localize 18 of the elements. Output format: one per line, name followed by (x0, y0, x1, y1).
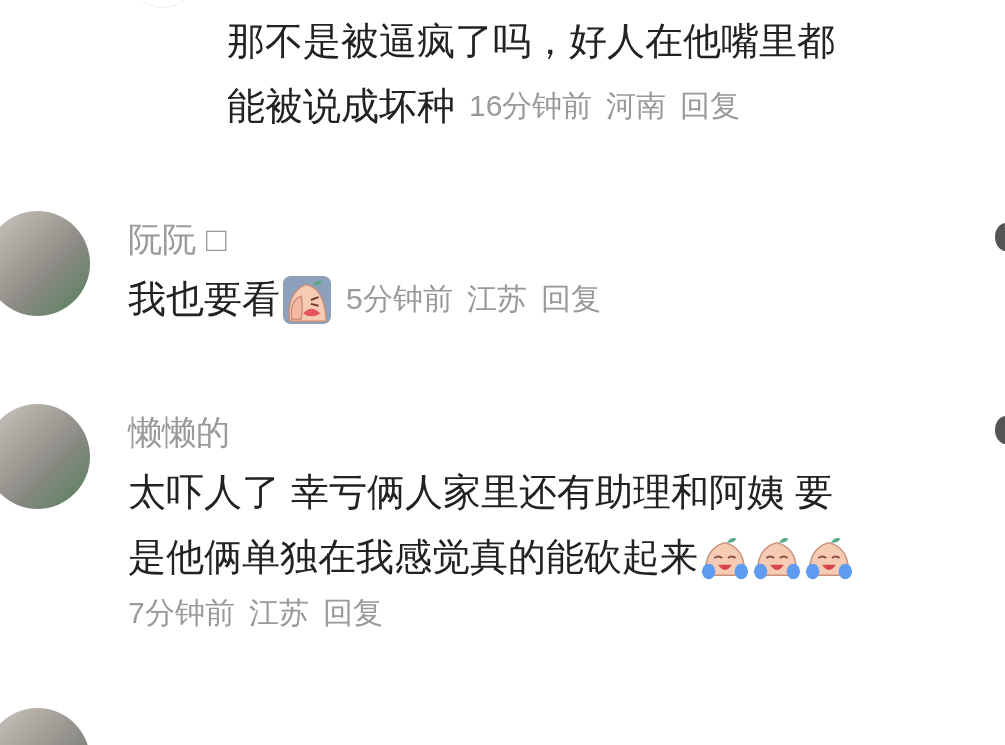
comment-location: 河南 (606, 88, 667, 124)
missing-glyph-text: □ (206, 219, 227, 260)
comment-text: 那不是被逼疯了吗，好人在他嘴里都 (227, 19, 835, 64)
comment-location: 江苏 (248, 594, 309, 631)
reply-link[interactable]: 回复 (322, 592, 383, 634)
user-name[interactable]: 阮阮 (128, 211, 196, 267)
comment-time: 16分钟前 (469, 88, 593, 124)
reply-link[interactable]: 回复 (680, 86, 741, 127)
comment-text: 能被说成坏种 (227, 84, 455, 129)
comment-text: 我也要看 (128, 277, 280, 322)
comment-time: 7分钟前 (128, 594, 235, 631)
reply-link[interactable]: 回复 (540, 279, 601, 320)
user-name[interactable]: 懒懒的 (128, 404, 230, 460)
facepalm-emoji-icon (282, 274, 332, 325)
comment-text: 是他俩单独在我感觉真的能砍起来 (128, 535, 698, 580)
comment-text: 太吓人了 幸亏俩人家里还有助理和阿姨 要 (128, 470, 834, 515)
comment-time: 5分钟前 (346, 281, 453, 317)
comment-location: 江苏 (466, 281, 527, 317)
